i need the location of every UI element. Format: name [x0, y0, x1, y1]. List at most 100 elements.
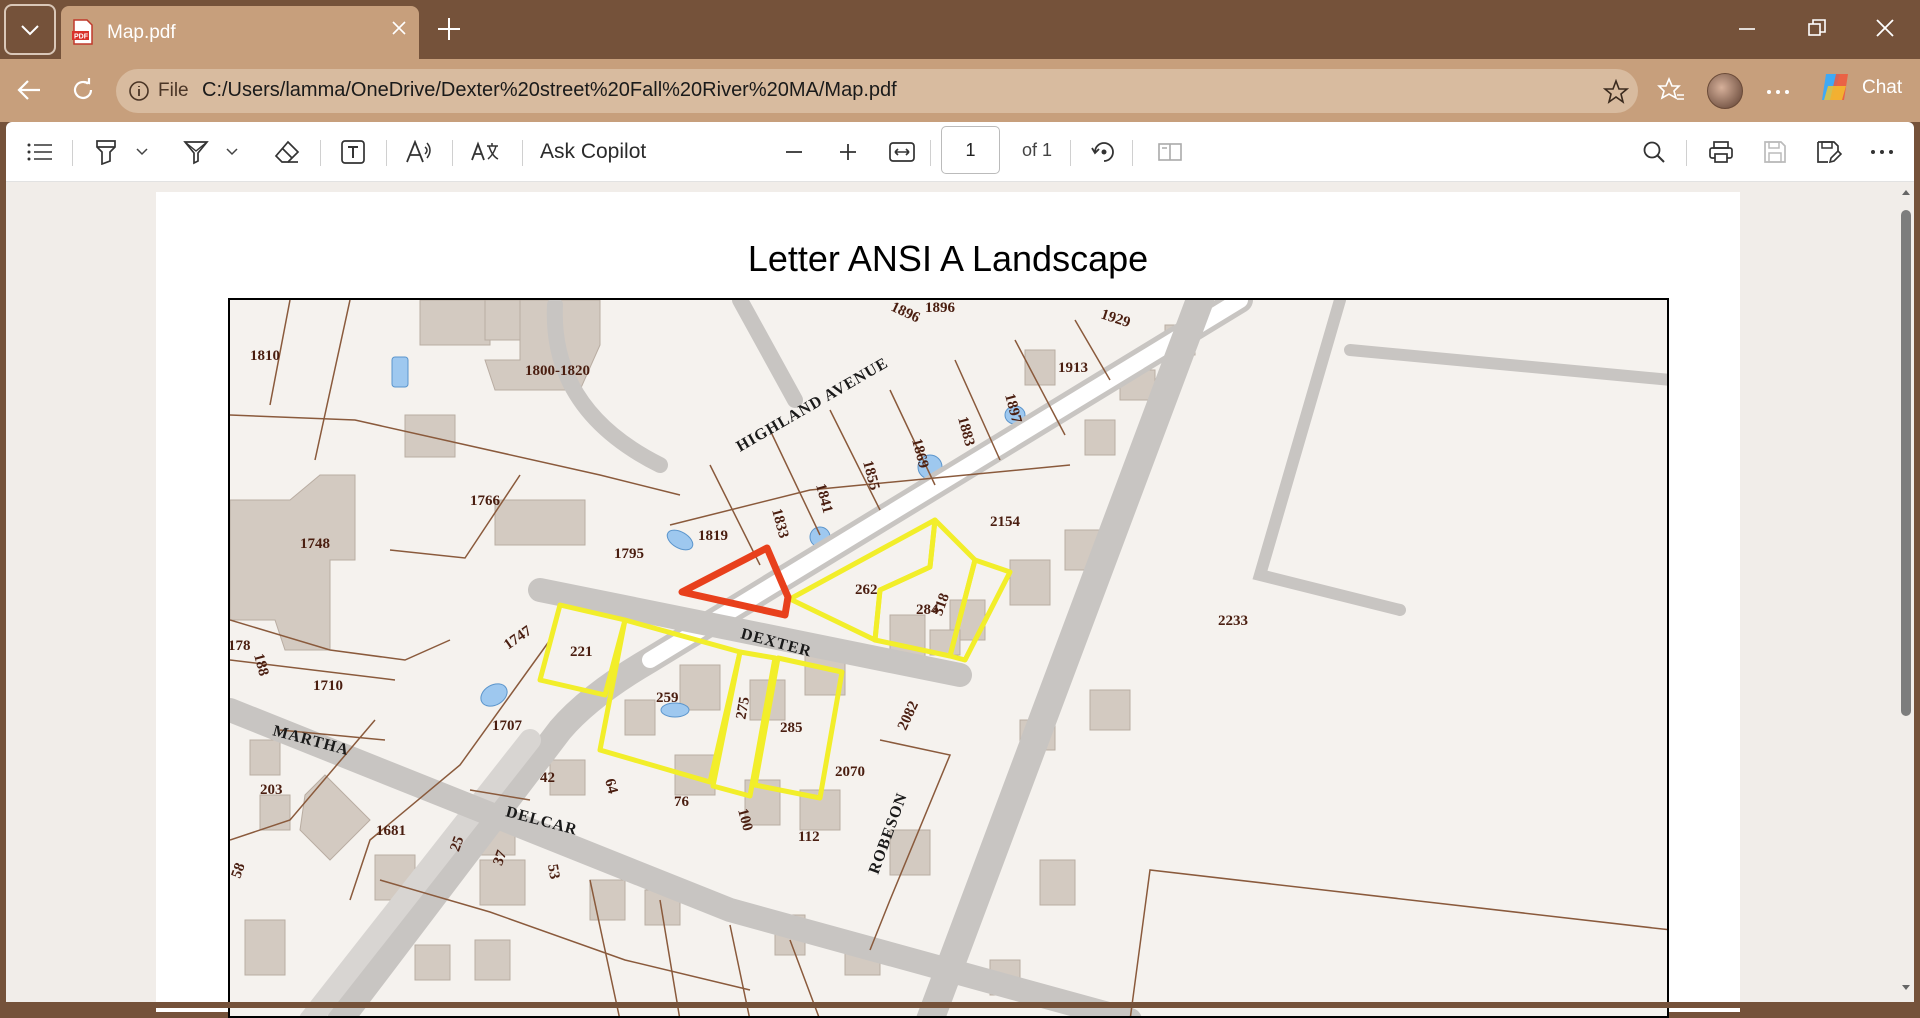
parcel-label: 1841 [812, 482, 835, 515]
fit-to-width-button[interactable] [884, 122, 920, 182]
ask-copilot-button[interactable]: Ask Copilot [540, 122, 670, 182]
parcel-label: 1681 [376, 823, 406, 839]
parcel-label: 1800-1820 [525, 363, 590, 379]
parcel-label: 112 [798, 829, 820, 845]
refresh-icon[interactable] [71, 78, 95, 102]
scroll-down-icon[interactable] [1901, 984, 1911, 992]
svg-text:PDF: PDF [74, 34, 89, 41]
read-aloud-icon [406, 140, 431, 163]
close-window-icon[interactable] [1876, 19, 1894, 37]
zoom-in-icon [840, 144, 856, 160]
draw-button[interactable] [180, 122, 212, 182]
zoom-out-icon [786, 151, 802, 153]
copilot-chat-button[interactable]: Chat [1812, 67, 1912, 107]
fit-to-width-icon [889, 142, 915, 162]
search-button[interactable] [1636, 122, 1672, 182]
address-bar[interactable]: File C:/Users/lamma/OneDrive/Dexter%20st… [116, 69, 1638, 113]
parcel-label: 1795 [614, 546, 644, 562]
save-as-button[interactable] [1811, 122, 1847, 182]
close-tab-icon[interactable] [391, 20, 407, 36]
parcel-map-graphic: 1810 1800-1820 1896 1896 1929 1913 1897 … [230, 300, 1667, 1016]
pdf-viewer[interactable]: Letter ANSI A Landscape 1810 1800-1820 1… [6, 182, 1914, 1018]
parcel-label: 1913 [1058, 360, 1088, 376]
parcel-label: 1869 [908, 437, 931, 470]
toolbar-divider [1686, 140, 1687, 166]
eraser-icon [274, 140, 300, 163]
add-text-button[interactable] [336, 122, 370, 182]
parcel-label: 1896 [925, 300, 956, 316]
info-icon[interactable] [128, 80, 150, 102]
highlight-options-button[interactable] [132, 122, 152, 182]
vertical-scrollbar[interactable] [1898, 182, 1914, 1002]
scroll-up-icon[interactable] [1901, 188, 1911, 196]
parcel-label: 1766 [470, 493, 501, 509]
parcel-label: 1747 [501, 623, 535, 654]
profile-avatar[interactable] [1707, 73, 1743, 109]
tab-actions-button[interactable] [4, 4, 56, 55]
chevron-down-icon [21, 24, 39, 35]
toolbar-divider [452, 140, 453, 166]
street-label: HIGHLAND AVENUE [734, 354, 892, 455]
read-aloud-button[interactable] [402, 122, 436, 182]
document-title: Letter ANSI A Landscape [747, 238, 1149, 279]
toolbar-divider [386, 140, 387, 166]
page-view-button[interactable] [1152, 122, 1188, 182]
parcel-label: 259 [656, 690, 679, 706]
active-tab[interactable]: PDF Map.pdf [61, 6, 419, 59]
contents-button[interactable] [20, 122, 60, 182]
tab-title: Map.pdf [107, 22, 176, 43]
more-options-button[interactable] [1864, 122, 1900, 182]
parcel-label: 1855 [859, 459, 882, 492]
parcel-label: 262 [855, 582, 878, 598]
contents-icon [27, 143, 52, 161]
parcel-label: 1929 [1099, 307, 1132, 331]
window-bottom-edge [0, 1002, 1920, 1008]
translate-icon [471, 141, 499, 161]
parcel-label: 1810 [250, 348, 280, 364]
parcel-label: 58 [230, 861, 249, 881]
toolbar-divider [522, 140, 523, 166]
page-count: of 1 [1022, 140, 1053, 160]
pdf-page: Letter ANSI A Landscape 1810 1800-1820 1… [156, 192, 1740, 1018]
url-text[interactable]: C:/Users/lamma/OneDrive/Dexter%20street%… [202, 79, 897, 102]
favorites-icon[interactable] [1657, 77, 1685, 103]
erase-button[interactable] [270, 122, 304, 182]
text-box-icon [341, 140, 365, 164]
parcel-label: 1707 [492, 718, 523, 734]
parcel-label: 1897 [1001, 392, 1024, 426]
minimize-icon[interactable] [1738, 19, 1756, 37]
address-toolbar: File C:/Users/lamma/OneDrive/Dexter%20st… [0, 59, 1920, 122]
parcel-label: 2082 [895, 699, 922, 733]
pdf-toolbar: Ask Copilot 1 of 1 [6, 122, 1914, 182]
favorite-star-icon[interactable] [1603, 79, 1629, 105]
zoom-in-button[interactable] [830, 122, 866, 182]
more-icon [1871, 150, 1893, 154]
rotate-button[interactable] [1086, 122, 1122, 182]
toolbar-divider [72, 140, 73, 166]
highlight-button[interactable] [90, 122, 122, 182]
toolbar-divider [930, 140, 931, 166]
highlight-icon [96, 140, 116, 165]
restore-icon[interactable] [1808, 19, 1826, 37]
parcel-label: 178 [230, 638, 251, 654]
copilot-icon [1822, 74, 1848, 100]
draw-options-button[interactable] [222, 122, 242, 182]
rotate-icon [1091, 142, 1114, 162]
scrollbar-thumb[interactable] [1901, 210, 1911, 716]
save-as-icon [1817, 141, 1842, 164]
new-tab-icon[interactable] [436, 16, 462, 42]
parcel-label: 1710 [313, 678, 343, 694]
more-icon[interactable] [1766, 89, 1790, 95]
parcel-lines [230, 300, 1667, 1016]
zoom-out-button[interactable] [776, 122, 812, 182]
parcel-label: 221 [570, 644, 593, 660]
translate-button[interactable] [468, 122, 502, 182]
parcel-label: 53 [544, 863, 562, 881]
save-button[interactable] [1757, 122, 1793, 182]
page-number-input[interactable]: 1 [941, 126, 1000, 174]
back-icon[interactable] [16, 78, 42, 102]
draw-icon [183, 141, 209, 165]
ask-copilot-label: Ask Copilot [540, 140, 647, 163]
parcel-map: 1810 1800-1820 1896 1896 1929 1913 1897 … [228, 298, 1669, 1018]
print-button[interactable] [1703, 122, 1739, 182]
